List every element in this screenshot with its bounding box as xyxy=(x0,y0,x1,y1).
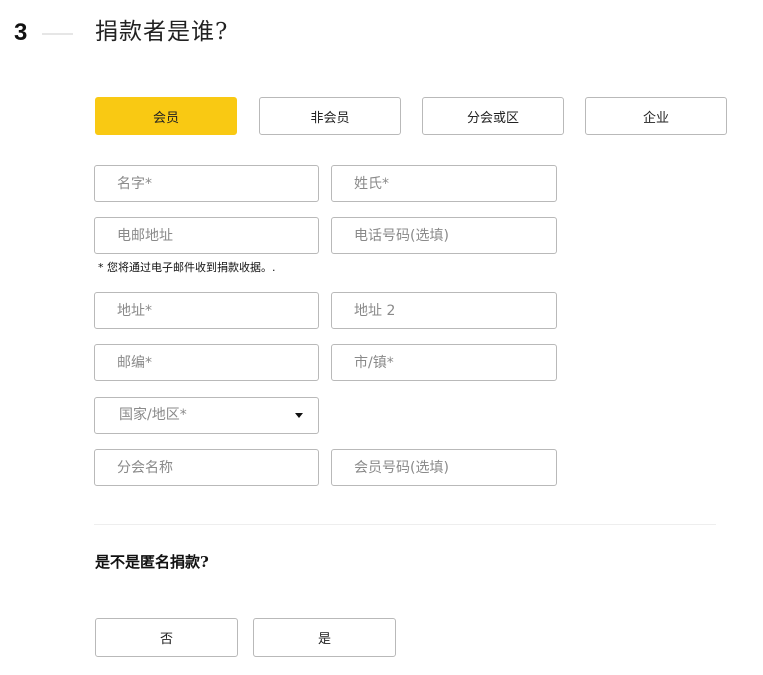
member-number-input[interactable] xyxy=(332,450,556,485)
email-field-box xyxy=(94,217,319,254)
section-divider xyxy=(94,524,716,525)
section-title: 捐款者是谁? xyxy=(95,19,229,45)
member-number-field-box xyxy=(331,449,557,486)
email-receipt-note: * 您将通过电子邮件收到捐款收据。. xyxy=(98,261,276,274)
first-name-input[interactable] xyxy=(95,166,318,201)
step-divider-line xyxy=(42,33,73,35)
postal-code-input[interactable] xyxy=(95,345,318,380)
anonymous-question: 是不是匿名捐款? xyxy=(95,553,209,571)
donor-type-non-member-button[interactable]: 非会员 xyxy=(259,97,401,135)
postal-code-field-box xyxy=(94,344,319,381)
chapter-name-input[interactable] xyxy=(95,450,318,485)
address2-field-box xyxy=(331,292,557,329)
last-name-input[interactable] xyxy=(332,166,556,201)
address1-input[interactable] xyxy=(95,293,318,328)
caret-down-icon xyxy=(295,413,303,418)
donor-type-member-button[interactable]: 会员 xyxy=(95,97,237,135)
country-select-label: 国家/地区* xyxy=(119,407,187,423)
city-input[interactable] xyxy=(332,345,556,380)
anonymous-yes-button[interactable]: 是 xyxy=(253,618,396,657)
donor-type-business-button[interactable]: 企业 xyxy=(585,97,727,135)
email-input[interactable] xyxy=(95,218,318,253)
donor-type-chapter-button[interactable]: 分会或区 xyxy=(422,97,564,135)
step-number: 3 xyxy=(14,19,28,46)
phone-field-box xyxy=(331,217,557,254)
address2-input[interactable] xyxy=(332,293,556,328)
address1-field-box xyxy=(94,292,319,329)
last-name-field-box xyxy=(331,165,557,202)
anonymous-no-button[interactable]: 否 xyxy=(95,618,238,657)
country-select[interactable]: 国家/地区* xyxy=(94,397,319,434)
chapter-name-field-box xyxy=(94,449,319,486)
first-name-field-box xyxy=(94,165,319,202)
phone-input[interactable] xyxy=(332,218,556,253)
city-field-box xyxy=(331,344,557,381)
